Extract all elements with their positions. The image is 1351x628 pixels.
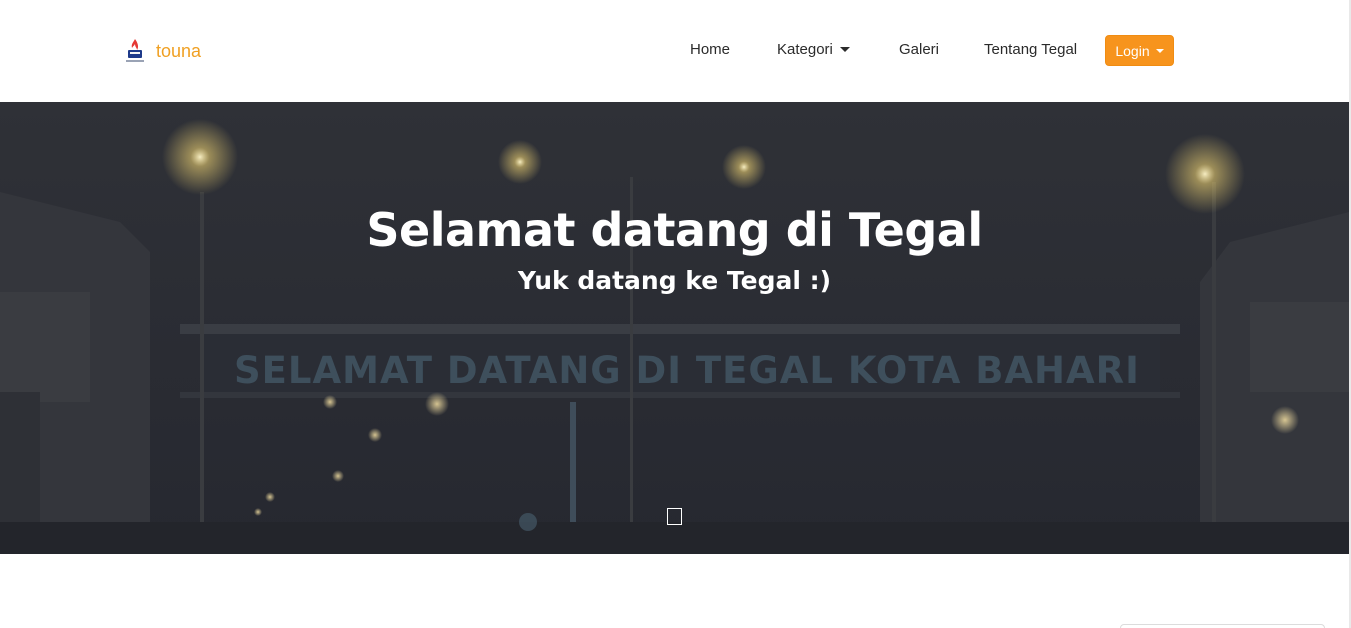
hero-background-image — [0, 102, 1349, 554]
page: touna Home Kategori Galeri Tentang Tegal… — [0, 0, 1351, 628]
hero-title: Selamat datang di Tegal — [366, 203, 983, 257]
hero-banner: SELAMAT DATANG DI TEGAL KOTA BAHARI Sela… — [0, 102, 1349, 554]
scroll-down-icon[interactable] — [667, 508, 682, 525]
content-card — [1120, 624, 1325, 628]
caret-down-icon — [1155, 48, 1164, 53]
nav-home[interactable]: Home — [690, 38, 730, 62]
brand-name: touna — [156, 41, 202, 61]
brand-link[interactable]: touna — [120, 36, 201, 66]
navbar: touna Home Kategori Galeri Tentang Tegal… — [0, 0, 1351, 102]
caret-down-icon — [839, 46, 850, 52]
nav-kategori-dropdown[interactable]: Kategori — [777, 38, 850, 62]
nav-tentang-tegal[interactable]: Tentang Tegal — [984, 38, 1077, 62]
gate-sign-text: SELAMAT DATANG DI TEGAL KOTA BAHARI — [234, 349, 1140, 392]
city-logo-icon — [126, 39, 144, 62]
login-label: Login — [1115, 42, 1150, 59]
nav-galeri[interactable]: Galeri — [899, 38, 939, 62]
hero-subtitle: Yuk datang ke Tegal :) — [517, 266, 832, 295]
login-dropdown-button[interactable]: Login — [1105, 35, 1174, 66]
nav-kategori-label: Kategori — [777, 41, 833, 58]
